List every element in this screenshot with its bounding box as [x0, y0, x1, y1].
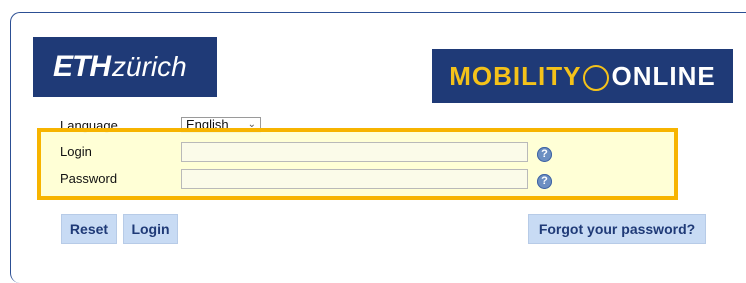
help-icon-login[interactable]: ?: [537, 147, 552, 162]
zurich-logo-text: zürich: [112, 51, 187, 82]
reset-button[interactable]: Reset: [61, 214, 117, 244]
password-label: Password: [60, 171, 118, 186]
forgot-password-button[interactable]: Forgot your password?: [528, 214, 706, 244]
password-input[interactable]: [181, 169, 528, 189]
login-input[interactable]: [181, 142, 528, 162]
help-icon-password[interactable]: ?: [537, 174, 552, 189]
mobility-logo-text: MOBILITY: [449, 60, 582, 91]
highlight-box: [37, 128, 678, 200]
mobility-online-logo: MOBILITY ONLINE: [432, 49, 733, 103]
login-label: Login: [60, 144, 92, 159]
eth-logo-text: ETH: [53, 50, 111, 83]
login-button[interactable]: Login: [123, 214, 178, 244]
eth-zurich-logo: ETH zürich: [33, 37, 217, 97]
online-logo-text: ONLINE: [611, 60, 716, 91]
target-icon: [583, 65, 610, 91]
